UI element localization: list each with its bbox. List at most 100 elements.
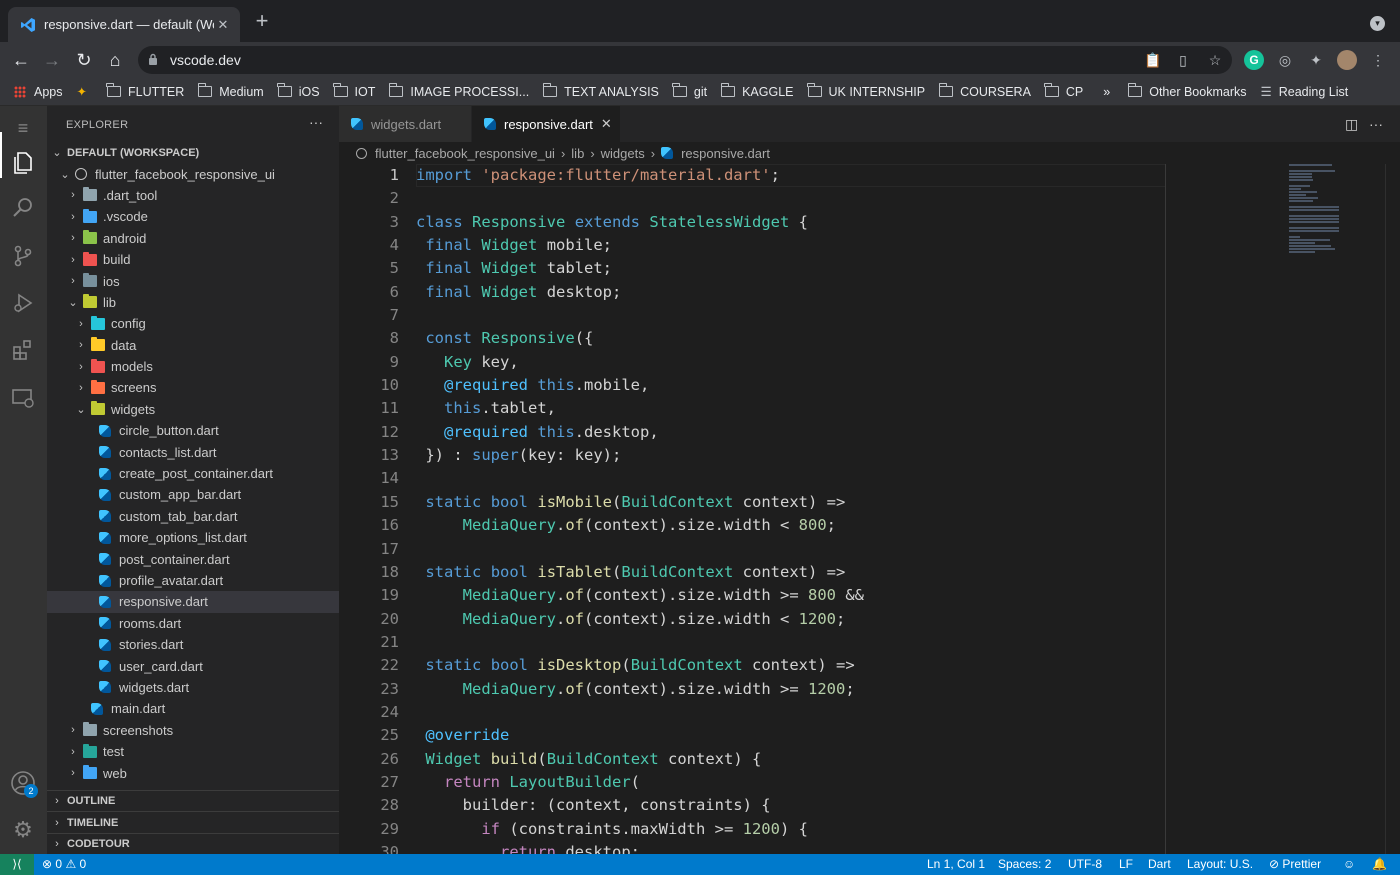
breadcrumb-lib[interactable]: lib — [571, 146, 584, 161]
grammarly-extension-icon[interactable]: G — [1244, 50, 1264, 70]
bookmark-item[interactable]: KAGGLE — [720, 83, 794, 99]
explorer-files-icon[interactable] — [9, 150, 37, 178]
feedback-icon[interactable]: ☺ — [1343, 857, 1355, 871]
minimap[interactable] — [1289, 164, 1349, 253]
notifications-bell-icon[interactable]: 🔔 — [1372, 857, 1387, 871]
profile-avatar[interactable] — [1337, 50, 1357, 70]
bookmark-item[interactable]: TEXT ANALYSIS — [542, 83, 659, 99]
bookmark-item[interactable]: Apps — [14, 85, 63, 99]
bookmarks-overflow-button[interactable]: » — [1103, 85, 1110, 99]
language-mode[interactable]: Dart — [1148, 857, 1171, 871]
folder-item[interactable]: › data — [47, 335, 339, 356]
end-of-line[interactable]: LF — [1119, 857, 1133, 871]
folder-item[interactable]: ⌄ widgets — [47, 399, 339, 420]
file-item[interactable]: profile_avatar.dart — [47, 570, 339, 591]
reload-icon[interactable]: ↻ — [72, 48, 96, 72]
home-icon[interactable]: ⌂ — [103, 48, 127, 72]
file-item[interactable]: widgets.dart — [47, 677, 339, 698]
cursor-position[interactable]: Ln 1, Col 1 — [927, 857, 985, 871]
file-item[interactable]: rooms.dart — [47, 613, 339, 634]
workspace-header[interactable]: ⌄ DEFAULT (WORKSPACE) — [47, 142, 339, 163]
problems-indicator[interactable]: ⊗ 0 ⚠ 0 — [42, 857, 86, 871]
folder-item[interactable]: › .vscode — [47, 206, 339, 227]
split-editor-icon[interactable]: ◫ — [1345, 116, 1358, 133]
tab-responsive-dart[interactable]: responsive.dart ✕ — [472, 106, 620, 142]
folder-item[interactable]: ⌄ lib — [47, 292, 339, 313]
file-item[interactable]: more_options_list.dart — [47, 527, 339, 548]
bookmark-item[interactable]: COURSERA — [938, 83, 1031, 99]
bookmark-item[interactable]: Medium — [197, 83, 264, 99]
code-editor[interactable]: import 'package:flutter/material.dart'; c… — [416, 164, 1176, 854]
bookmark-item[interactable]: ✦ — [77, 84, 93, 99]
file-item[interactable]: custom_tab_bar.dart — [47, 506, 339, 527]
folder-item[interactable]: ⌄ flutter_facebook_responsive_ui — [47, 163, 339, 184]
vertical-scrollbar[interactable] — [1385, 164, 1399, 854]
source-control-icon[interactable] — [9, 244, 37, 272]
new-tab-button[interactable]: + — [250, 10, 274, 32]
bookmark-item[interactable]: FLUTTER — [106, 83, 184, 99]
file-item[interactable]: user_card.dart — [47, 655, 339, 676]
remote-explorer-icon[interactable] — [9, 386, 37, 414]
folder-item[interactable]: › screenshots — [47, 720, 339, 741]
more-actions-icon[interactable]: ··· — [309, 114, 323, 130]
code-line: builder: (context, constraints) { — [416, 796, 771, 815]
bookmark-star-icon[interactable]: ☆ — [1205, 50, 1225, 70]
folder-item[interactable]: › ios — [47, 270, 339, 291]
folder-item[interactable]: › config — [47, 313, 339, 334]
folder-item[interactable]: › test — [47, 741, 339, 762]
folder-item[interactable]: › android — [47, 228, 339, 249]
run-debug-icon[interactable] — [9, 291, 37, 319]
bookmark-item[interactable]: UK INTERNSHIP — [807, 83, 925, 99]
file-item[interactable]: post_container.dart — [47, 548, 339, 569]
back-arrow-icon[interactable]: ← — [9, 48, 33, 72]
close-editor-tab-icon[interactable]: ✕ — [601, 116, 612, 132]
file-item[interactable]: stories.dart — [47, 634, 339, 655]
indentation[interactable]: Spaces: 2 — [998, 857, 1051, 871]
tab-search-icon[interactable]: ▾ — [1370, 16, 1385, 31]
keyboard-layout[interactable]: Layout: U.S. — [1187, 857, 1253, 871]
reading-list[interactable]: ☰ Reading List — [1261, 84, 1349, 100]
page-icon[interactable]: ▯ — [1173, 50, 1193, 70]
remote-indicator[interactable]: ⟩⟨ — [0, 854, 34, 875]
browser-tab[interactable]: responsive.dart — default (Wor ✕ — [8, 7, 240, 42]
close-tab-icon[interactable]: ✕ — [214, 17, 232, 33]
breadcrumb-widgets[interactable]: widgets — [601, 146, 645, 161]
panel-timeline[interactable]: › TIMELINE — [47, 811, 339, 832]
folder-item[interactable]: › .dart_tool — [47, 185, 339, 206]
file-item[interactable]: responsive.dart — [47, 591, 339, 613]
folder-item[interactable]: › web — [47, 762, 339, 783]
other-bookmarks[interactable]: Other Bookmarks — [1127, 83, 1247, 99]
breadcrumb-project[interactable]: flutter_facebook_responsive_ui — [375, 146, 555, 161]
menu-icon[interactable]: ≡ — [9, 114, 37, 142]
editor-more-icon[interactable]: ··· — [1369, 116, 1383, 132]
settings-gear-icon[interactable]: ⚙ — [9, 816, 37, 844]
file-item[interactable]: create_post_container.dart — [47, 463, 339, 484]
tab-widgets-dart[interactable]: widgets.dart — [339, 106, 471, 142]
bookmark-item[interactable]: iOS — [277, 83, 320, 99]
panel-codetour[interactable]: › CODETOUR — [47, 832, 339, 854]
encoding[interactable]: UTF-8 — [1068, 857, 1102, 871]
breadcrumb-file[interactable]: responsive.dart — [681, 146, 770, 161]
forward-arrow-icon[interactable]: → — [40, 48, 64, 72]
search-icon[interactable] — [9, 196, 37, 224]
folder-item[interactable]: › screens — [47, 377, 339, 398]
folder-item[interactable]: › models — [47, 356, 339, 377]
panel-outline[interactable]: › OUTLINE — [47, 790, 339, 811]
file-item[interactable]: circle_button.dart — [47, 420, 339, 441]
line-number: 12 — [380, 422, 399, 441]
address-bar[interactable]: vscode.dev 📋 ▯ ☆ — [138, 46, 1232, 74]
clipboard-icon[interactable]: 📋 — [1143, 50, 1163, 70]
file-item[interactable]: contacts_list.dart — [47, 441, 339, 462]
file-item[interactable]: main.dart — [47, 698, 339, 719]
bookmark-item[interactable]: git — [672, 83, 707, 99]
bookmark-item[interactable]: IMAGE PROCESSI... — [388, 83, 529, 99]
folder-item[interactable]: › build — [47, 249, 339, 270]
bookmark-item[interactable]: CP — [1044, 83, 1083, 99]
prettier-status[interactable]: ⊘ Prettier — [1269, 857, 1321, 871]
extension-icon[interactable]: ◎ — [1275, 50, 1295, 70]
extensions-icon[interactable] — [9, 338, 37, 366]
puzzle-extensions-icon[interactable]: ✦ — [1306, 50, 1326, 70]
bookmark-item[interactable]: IOT — [333, 83, 375, 99]
file-item[interactable]: custom_app_bar.dart — [47, 484, 339, 505]
browser-menu-icon[interactable]: ⋮ — [1368, 50, 1388, 70]
